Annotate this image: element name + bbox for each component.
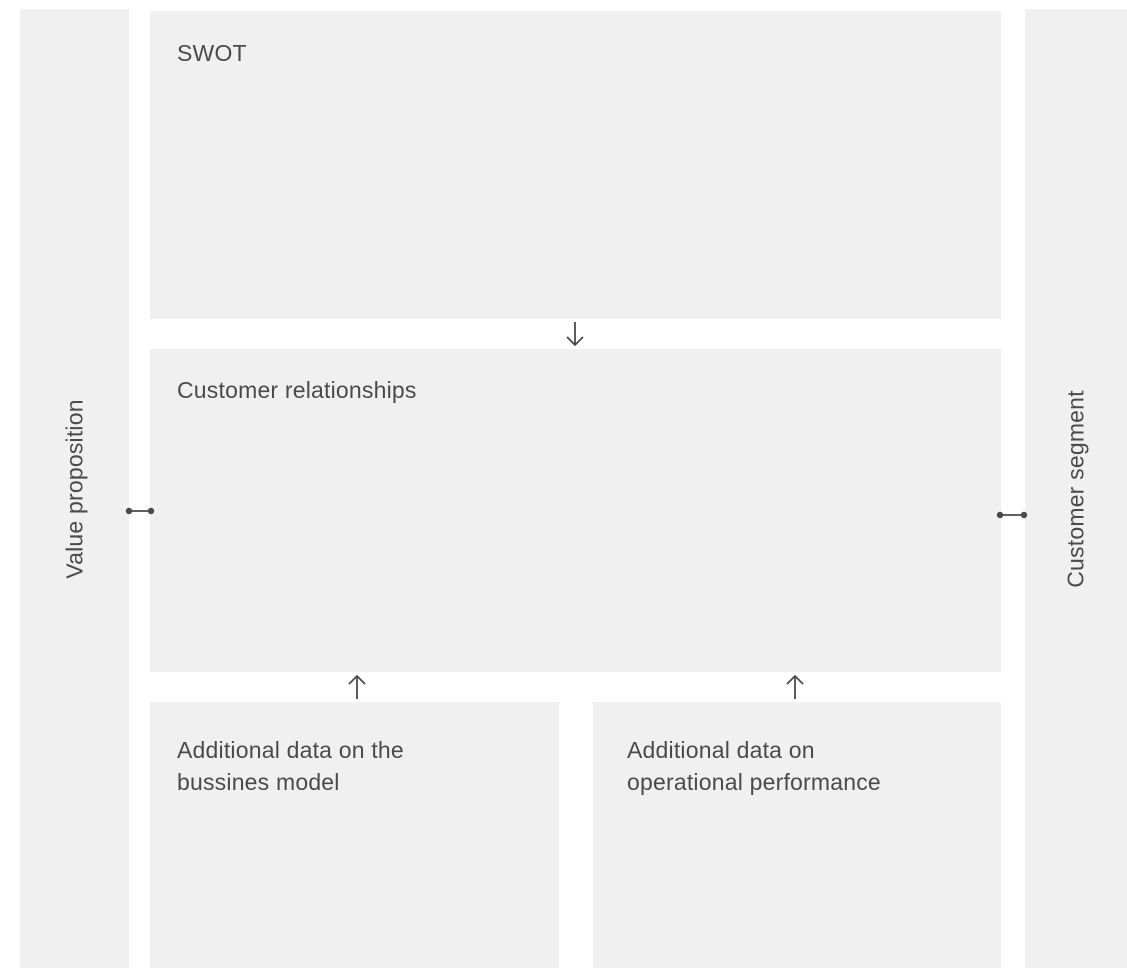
operational-performance-data-label-line2: operational performance <box>627 769 881 795</box>
left-link-connector-icon <box>125 507 155 515</box>
customer-relationships-label: Customer relationships <box>177 377 417 403</box>
business-model-data-label-line2: bussines model <box>177 769 340 795</box>
customer-segment-panel: Customer segment <box>1025 9 1127 968</box>
arrow-up-icon <box>348 674 366 699</box>
arrow-up-icon <box>786 674 804 699</box>
swot-panel: SWOT <box>150 11 1001 319</box>
operational-performance-data-label-line1: Additional data on <box>627 737 815 763</box>
business-model-data-label: Additional data on the bussines model <box>177 734 404 798</box>
business-model-data-label-line1: Additional data on the <box>177 737 404 763</box>
value-proposition-panel: Value proposition <box>20 9 129 968</box>
business-model-data-panel: Additional data on the bussines model <box>150 702 559 968</box>
swot-label: SWOT <box>177 40 247 66</box>
right-link-connector-icon <box>996 511 1028 519</box>
customer-relationships-panel: Customer relationships <box>150 349 1001 672</box>
value-proposition-label: Value proposition <box>61 398 87 579</box>
customer-segment-label: Customer segment <box>1062 389 1089 588</box>
operational-performance-data-label: Additional data on operational performan… <box>627 734 881 798</box>
operational-performance-data-panel: Additional data on operational performan… <box>593 702 1001 968</box>
arrow-down-icon <box>566 322 584 347</box>
